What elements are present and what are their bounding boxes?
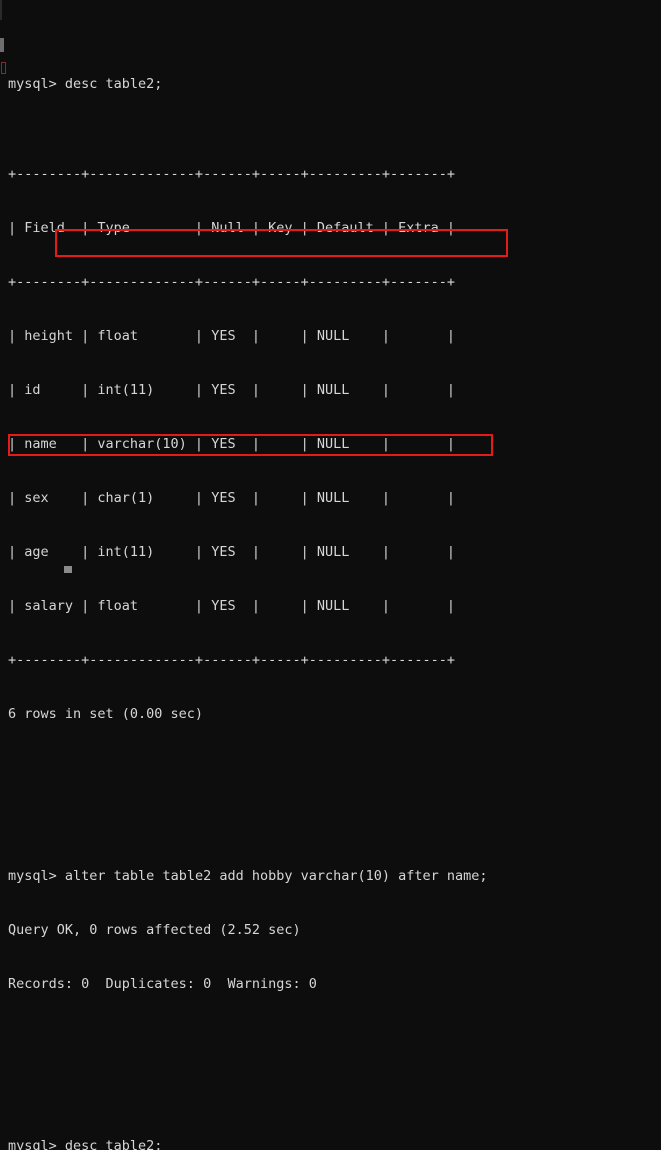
terminal-output: mysql> desc table2; +--------+----------… bbox=[8, 3, 488, 1150]
table-row: | id | int(11) | YES | | NULL | | bbox=[8, 382, 456, 398]
terminal-window[interactable]: mysql> desc table2; +--------+----------… bbox=[0, 0, 661, 1150]
table-before-top-border: +--------+-------------+------+-----+---… bbox=[8, 166, 456, 182]
table-row: | sex | char(1) | YES | | NULL | | bbox=[8, 490, 456, 506]
prompt-3: mysql> bbox=[8, 1138, 65, 1150]
table-before-bottom-border: +--------+-------------+------+-----+---… bbox=[8, 652, 456, 668]
alter-result-query-ok: Query OK, 0 rows affected (2.52 sec) bbox=[8, 922, 301, 938]
command-line-desc-second: mysql> desc table2; bbox=[8, 1137, 488, 1150]
table-row: | height | float | YES | | NULL | | bbox=[8, 328, 456, 344]
table-before-header-separator: +--------+-------------+------+-----+---… bbox=[8, 274, 456, 290]
command-desc-second: desc table2; bbox=[64, 1138, 163, 1150]
window-edge-artifact bbox=[0, 38, 4, 52]
prompt-1: mysql> bbox=[8, 76, 65, 92]
command-line-desc-first: mysql> desc table2; bbox=[8, 75, 488, 93]
prompt-2: mysql> bbox=[8, 868, 65, 884]
command-desc-first: desc table2; bbox=[64, 76, 163, 92]
table-before-row-count: 6 rows in set (0.00 sec) bbox=[8, 706, 204, 722]
table-before-header: | Field | Type | Null | Key | Default | … bbox=[8, 220, 456, 236]
window-edge-artifact bbox=[0, 0, 2, 20]
command-line-alter: mysql> alter table table2 add hobby varc… bbox=[8, 867, 488, 885]
alter-result-records: Records: 0 Duplicates: 0 Warnings: 0 bbox=[8, 976, 317, 992]
table-row: | age | int(11) | YES | | NULL | | bbox=[8, 544, 456, 560]
window-edge-artifact bbox=[1, 62, 6, 74]
table-row: | salary | float | YES | | NULL | | bbox=[8, 598, 456, 614]
text-cursor bbox=[64, 566, 72, 573]
command-alter: alter table table2 add hobby varchar(10)… bbox=[64, 868, 488, 884]
table-row: | name | varchar(10) | YES | | NULL | | bbox=[8, 436, 456, 452]
